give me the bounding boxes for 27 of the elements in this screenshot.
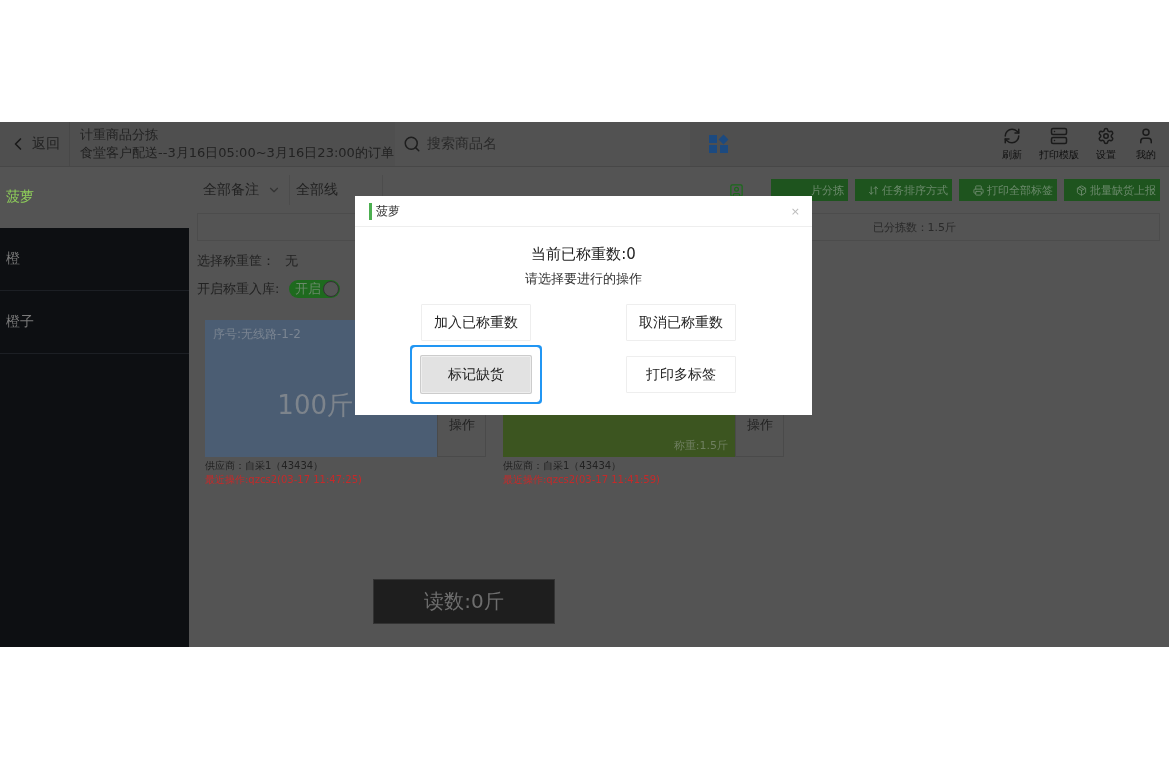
sort-icon [868,184,879,196]
stock-in-switch[interactable]: 开启 [289,280,341,298]
action-button[interactable]: 片分拣 [771,179,848,201]
close-button[interactable]: × [790,204,800,218]
sidebar-item[interactable]: 橙 [0,228,189,291]
search-icon [403,135,421,153]
user-icon [1137,126,1155,145]
action-button[interactable]: 任务排序方式 [855,179,952,201]
current-weight-count: 当前已称重数:0 [531,245,636,264]
package-icon [1076,184,1087,196]
toolbar-button[interactable]: 我的 [1133,126,1159,162]
last-operation: 最近操作:qzcs2(03-17 11:41:59) [503,473,661,487]
action-button[interactable]: 打印全部标签 [959,179,1057,201]
printer-icon [973,184,984,196]
dialog-button[interactable]: 加入已称重数 [421,304,531,341]
dialog-button[interactable]: 打印多标签 [626,356,736,393]
refresh-icon [1003,126,1021,145]
dialog-title: 菠萝 [369,202,400,220]
server-icon [1050,126,1068,145]
person-icon[interactable] [729,182,744,198]
sidebar-item[interactable]: 橙子 [0,291,189,354]
last-operation: 最近操作:qzcs2(03-17 11:47:25) [205,473,363,487]
dialog-prompt: 请选择要进行的操作 [525,270,642,288]
settings-icon [1097,126,1115,145]
action-button[interactable]: 批量缺货上报 [1064,179,1160,201]
reading-display: 读数:0斤 [373,579,555,624]
dialog-button[interactable]: 取消已称重数 [626,304,736,341]
